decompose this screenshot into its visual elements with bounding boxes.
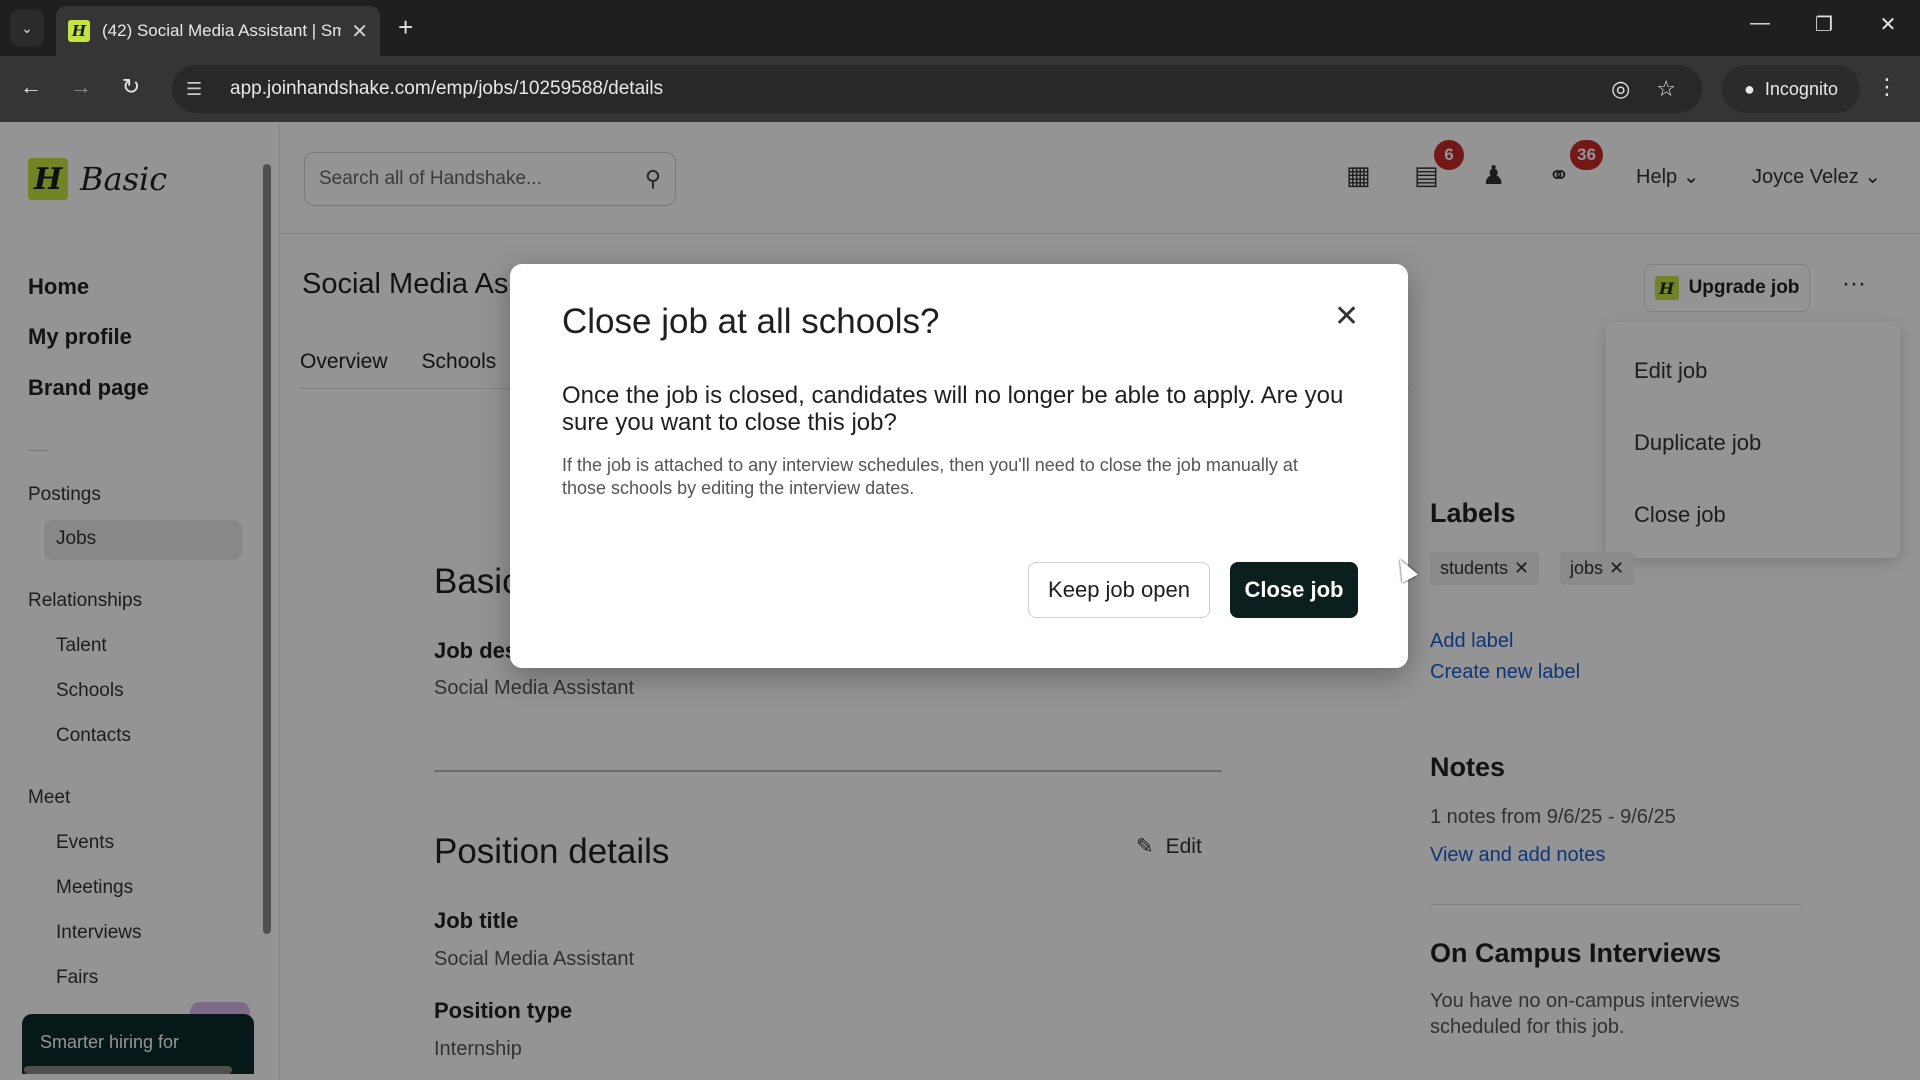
restore-icon[interactable]: ❐ [1804,12,1844,37]
incognito-indicator[interactable]: ● Incognito [1722,65,1860,113]
close-tab-icon[interactable]: ✕ [351,19,368,44]
close-job-button[interactable]: Close job [1230,562,1358,618]
browser-tab-bar: ⌄ H (42) Social Media Assistant | Sm ✕ +… [0,0,1920,56]
incognito-label: Incognito [1764,78,1838,99]
tab-title: (42) Social Media Assistant | Sm [102,21,342,40]
eye-off-icon[interactable]: ◎ [1611,76,1630,102]
forward-icon[interactable]: → [66,74,96,100]
dialog-title: Close job at all schools? [562,302,940,341]
browser-menu-icon[interactable]: ⋮ [1876,74,1898,100]
site-info-icon[interactable]: ☰ [186,79,212,100]
dialog-message: Once the job is closed, candidates will … [562,382,1344,436]
browser-tab[interactable]: H (42) Social Media Assistant | Sm ✕ [56,6,380,56]
new-tab-icon[interactable]: + [398,12,413,42]
dialog-note: If the job is attached to any interview … [562,455,1298,498]
browser-toolbar: ← → ↻ ☰ app.joinhandshake.com/emp/jobs/1… [0,56,1920,122]
keep-job-open-button[interactable]: Keep job open [1028,562,1210,618]
back-icon[interactable]: ← [16,74,46,100]
chevron-down-icon: ⌄ [21,19,33,36]
address-bar[interactable]: ☰ app.joinhandshake.com/emp/jobs/1025958… [172,65,1702,113]
close-window-icon[interactable]: ✕ [1868,12,1908,37]
reload-icon[interactable]: ↻ [116,74,146,100]
close-job-dialog: Close job at all schools? ✕ Once the job… [510,264,1408,668]
star-icon[interactable]: ☆ [1656,76,1676,102]
url-text[interactable]: app.joinhandshake.com/emp/jobs/10259588/… [230,78,1611,100]
incognito-icon: ● [1744,78,1755,99]
minimize-icon[interactable]: — [1740,12,1780,35]
tab-search-button[interactable]: ⌄ [10,10,44,46]
favicon: H [68,20,90,42]
close-icon[interactable]: ✕ [1334,302,1359,332]
